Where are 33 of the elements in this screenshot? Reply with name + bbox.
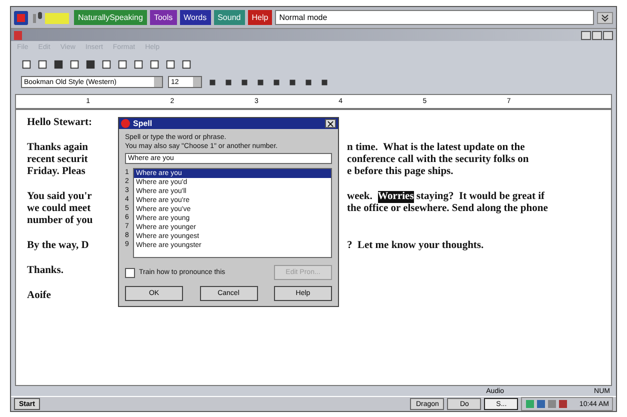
dragon-menu[interactable]: Words bbox=[180, 10, 211, 25]
document-text: n time. What is the latest update on the bbox=[347, 142, 525, 154]
document-text: conference call with the security folks on bbox=[347, 154, 529, 166]
document-text: Hello Stewart: bbox=[27, 117, 92, 128]
document-text: ? Let me know your thoughts. bbox=[347, 240, 484, 252]
checkbox[interactable] bbox=[125, 268, 135, 278]
dialog-title: Spell bbox=[133, 119, 154, 128]
dragon-logo-icon[interactable] bbox=[14, 10, 28, 24]
dragon-menu[interactable]: Help bbox=[248, 10, 272, 25]
document-text: Aoife bbox=[27, 290, 51, 301]
mode-field[interactable]: Normal mode bbox=[275, 10, 594, 25]
document-text: You said you'r bbox=[27, 191, 92, 202]
document-text: number of you bbox=[27, 215, 93, 226]
document-text: staying? It would be great if bbox=[415, 191, 545, 203]
document-text: Friday. Pleas bbox=[27, 166, 86, 177]
dragon-menu[interactable]: Tools bbox=[150, 10, 177, 25]
dragon-logo-icon bbox=[121, 119, 130, 128]
minimize-button[interactable] bbox=[581, 30, 591, 40]
document-text: Thanks again bbox=[27, 142, 88, 153]
double-chevron-icon bbox=[601, 14, 609, 22]
dragon-menu[interactable]: Sound bbox=[214, 10, 245, 25]
document-text: the office or elsewhere. Send along the phone bbox=[347, 203, 548, 215]
close-button[interactable] bbox=[325, 119, 336, 128]
document-text: recent securit bbox=[27, 154, 88, 165]
document-text: we could meet bbox=[27, 203, 91, 214]
dragon-menu[interactable]: NaturallySpeaking bbox=[74, 10, 147, 25]
maximize-button[interactable] bbox=[592, 30, 602, 40]
document-text: week. bbox=[347, 191, 374, 203]
document-text: e before this page ships. bbox=[347, 166, 454, 178]
collapse-button[interactable] bbox=[597, 12, 613, 24]
selected-word: Worries bbox=[378, 191, 414, 203]
document-text: By the way, D bbox=[27, 240, 89, 251]
document-text: Thanks. bbox=[27, 265, 64, 276]
